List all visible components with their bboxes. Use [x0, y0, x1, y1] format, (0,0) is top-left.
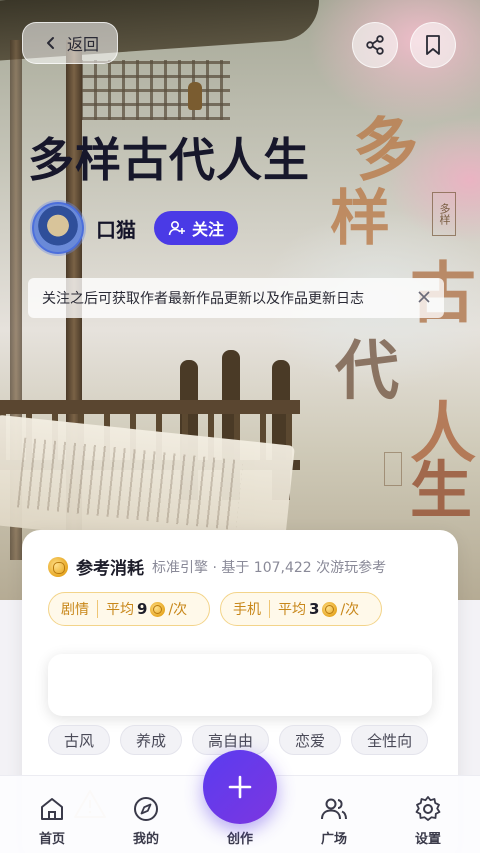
author-row: 口猫 关注: [32, 202, 239, 254]
back-button[interactable]: 返回: [22, 22, 118, 64]
compass-icon: [134, 797, 158, 821]
coin-icon: [48, 556, 68, 577]
home-icon: [41, 798, 63, 820]
window-lattice: [80, 60, 230, 120]
cost-header: 参考消耗 标准引擎 · 基于 107,422 次游玩参考: [48, 554, 386, 579]
tag-chip[interactable]: 古风: [48, 725, 111, 755]
nav-item-home[interactable]: 首页: [20, 794, 84, 847]
bookmark-button[interactable]: [410, 22, 456, 68]
work-title: 多样古代人生: [28, 133, 310, 187]
stamp-mark: [384, 452, 402, 486]
close-icon[interactable]: [416, 289, 432, 305]
calligraphy-char: 样: [330, 184, 390, 254]
share-button[interactable]: [352, 22, 398, 68]
nav-label: 广场: [320, 832, 347, 847]
notice-text: 关注之后可获取作者最新作品更新以及作品更新日志: [42, 291, 364, 307]
tag-chip[interactable]: 全性向: [351, 725, 429, 755]
pill-divider: [97, 600, 98, 618]
nav-item-plaza[interactable]: 广场: [302, 794, 366, 847]
seal-mark: 多样: [432, 192, 456, 236]
pill-avg-label: 平均: [278, 602, 306, 618]
back-label: 返回: [67, 35, 100, 54]
calligraphy-char: 代: [335, 334, 399, 409]
create-button[interactable]: [203, 750, 277, 824]
add-user-icon: [168, 220, 185, 236]
author-name[interactable]: 口猫: [96, 214, 136, 243]
author-avatar[interactable]: [32, 202, 84, 254]
gear-icon: [415, 796, 441, 821]
start-panel[interactable]: [48, 654, 432, 716]
nav-item-create[interactable]: 创作: [208, 828, 272, 847]
nav-label: 设置: [414, 832, 441, 847]
pill-unit: /次: [340, 602, 360, 618]
cost-subtitle: 标准引擎 · 基于 107,422 次游玩参考: [152, 559, 387, 576]
pill-divider: [269, 600, 270, 618]
users-icon: [321, 798, 347, 820]
coin-icon: [322, 601, 338, 617]
share-icon: [366, 35, 384, 55]
chevron-left-icon: [47, 37, 54, 49]
cost-pill-phone: 手机 平均 3 /次: [220, 592, 382, 626]
railing: [0, 400, 300, 414]
pill-value: 9: [137, 600, 148, 618]
nav-item-settings[interactable]: 设置: [396, 794, 460, 847]
plus-icon: [228, 775, 252, 799]
calligraphy-char: 生: [410, 454, 473, 527]
follow-button[interactable]: 关注: [154, 211, 239, 245]
tag-chip[interactable]: 恋爱: [279, 725, 342, 755]
pill-label: 剧情: [61, 602, 89, 618]
bookmark-icon: [426, 35, 440, 55]
pill-unit: /次: [168, 602, 188, 618]
follow-label: 关注: [192, 220, 225, 239]
wind-bell: [188, 82, 202, 110]
pill-avg-label: 平均: [106, 602, 134, 618]
follow-notice: 关注之后可获取作者最新作品更新以及作品更新日志: [28, 278, 444, 318]
cost-pill-story: 剧情 平均 9 /次: [48, 592, 210, 626]
nav-label: 创作: [226, 832, 253, 847]
pill-label: 手机: [233, 602, 261, 618]
nav-label: 首页: [38, 832, 65, 847]
pill-value: 3: [309, 600, 320, 618]
nav-item-mine[interactable]: 我的: [114, 794, 178, 847]
coin-icon: [150, 601, 166, 617]
nav-label: 我的: [132, 832, 159, 847]
cost-title: 参考消耗: [76, 559, 144, 579]
tag-chip[interactable]: 养成: [120, 725, 183, 755]
